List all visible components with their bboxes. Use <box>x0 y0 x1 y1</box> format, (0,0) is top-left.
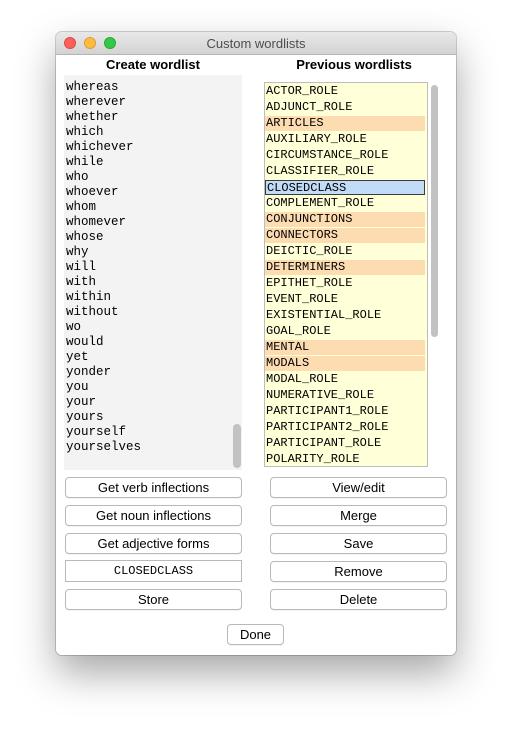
title-bar[interactable]: Custom wordlists <box>56 32 456 55</box>
word-line: whose <box>66 230 104 244</box>
delete-button[interactable]: Delete <box>270 589 447 610</box>
wordlist-item[interactable]: CIRCUMSTANCE_ROLE <box>265 148 425 163</box>
right-scrollbar-thumb[interactable] <box>431 85 438 337</box>
wordlist-item[interactable]: GOAL_ROLE <box>265 324 425 339</box>
word-line: whom <box>66 200 97 214</box>
word-line: yourselves <box>66 440 142 454</box>
dialog-content: Create wordlist Previous wordlists where… <box>56 55 456 655</box>
wordlist-item[interactable]: PARTICIPANT2_ROLE <box>265 420 425 435</box>
wordlist-item[interactable]: EXISTENTIAL_ROLE <box>265 308 425 323</box>
word-list: whereas wherever whether which whichever whil… <box>66 80 141 455</box>
word-line: will <box>66 260 97 274</box>
word-line: yet <box>66 350 89 364</box>
create-wordlist-header: Create wordlist <box>106 57 200 72</box>
remove-button[interactable]: Remove <box>270 561 447 582</box>
word-line: within <box>66 290 112 304</box>
wordlist-item[interactable]: MODALS <box>265 356 425 371</box>
previous-wordlists-list[interactable]: ACTOR_ROLE ADJUNCT_ROLE ARTICLES AUXILIARY_… <box>264 82 428 467</box>
word-line: with <box>66 275 97 289</box>
wordlist-item[interactable]: CONNECTORS <box>265 228 425 243</box>
wordlist-name-field[interactable]: CLOSEDCLASS <box>65 560 242 582</box>
get-noun-inflections-button[interactable]: Get noun inflections <box>65 505 242 526</box>
word-line: whichever <box>66 140 134 154</box>
done-button[interactable]: Done <box>227 624 284 645</box>
wordlist-text-area[interactable]: whereas wherever whether which whichever whil… <box>64 75 242 470</box>
word-line: would <box>66 335 104 349</box>
word-line: whether <box>66 110 119 124</box>
get-adjective-forms-button[interactable]: Get adjective forms <box>65 533 242 554</box>
wordlist-item[interactable]: EPITHET_ROLE <box>265 276 425 291</box>
wordlist-item[interactable]: CLASSIFIER_ROLE <box>265 164 425 179</box>
word-line: your <box>66 395 97 409</box>
word-line: without <box>66 305 119 319</box>
word-line: yourself <box>66 425 127 439</box>
wordlist-item[interactable]: CONJUNCTIONS <box>265 212 425 227</box>
wordlist-item[interactable]: DEICTIC_ROLE <box>265 244 425 259</box>
word-line: wo <box>66 320 82 334</box>
word-line: which <box>66 125 104 139</box>
wordlist-item[interactable]: NUMERATIVE_ROLE <box>265 388 425 403</box>
save-button[interactable]: Save <box>270 533 447 554</box>
wordlist-item[interactable]: MENTAL <box>265 340 425 355</box>
wordlist-item[interactable]: ADJUNCT_ROLE <box>265 100 425 115</box>
left-scrollbar-thumb[interactable] <box>233 424 241 468</box>
store-button[interactable]: Store <box>65 589 242 610</box>
wordlist-item[interactable]: ARTICLES <box>265 116 425 131</box>
get-verb-inflections-button[interactable]: Get verb inflections <box>65 477 242 498</box>
wordlist-item[interactable]: COMPLEMENT_ROLE <box>265 196 425 211</box>
word-line: who <box>66 170 89 184</box>
word-line: yours <box>66 410 104 424</box>
word-line: you <box>66 380 89 394</box>
wordlist-item[interactable]: CLOSEDCLASS <box>265 180 425 195</box>
wordlist-item[interactable]: PARTICIPANT1_ROLE <box>265 404 425 419</box>
view-edit-button[interactable]: View/edit <box>270 477 447 498</box>
previous-wordlists-header: Previous wordlists <box>296 57 412 72</box>
wordlist-item[interactable]: MODAL_ROLE <box>265 372 425 387</box>
merge-button[interactable]: Merge <box>270 505 447 526</box>
word-line: whereas <box>66 80 119 94</box>
word-line: why <box>66 245 89 259</box>
wordlist-item[interactable]: ACTOR_ROLE <box>265 84 425 99</box>
word-line: whomever <box>66 215 127 229</box>
word-line: yonder <box>66 365 112 379</box>
wordlist-item[interactable]: POLARITY_ROLE <box>265 452 425 466</box>
wordlist-item[interactable]: AUXILIARY_ROLE <box>265 132 425 147</box>
word-line: while <box>66 155 104 169</box>
wordlist-item[interactable]: EVENT_ROLE <box>265 292 425 307</box>
wordlist-item[interactable]: DETERMINERS <box>265 260 425 275</box>
word-line: whoever <box>66 185 119 199</box>
wordlist-item[interactable]: PARTICIPANT_ROLE <box>265 436 425 451</box>
word-line: wherever <box>66 95 127 109</box>
window-title: Custom wordlists <box>206 36 306 51</box>
custom-wordlists-window: Custom wordlists Create wordlist Previou… <box>56 32 456 655</box>
